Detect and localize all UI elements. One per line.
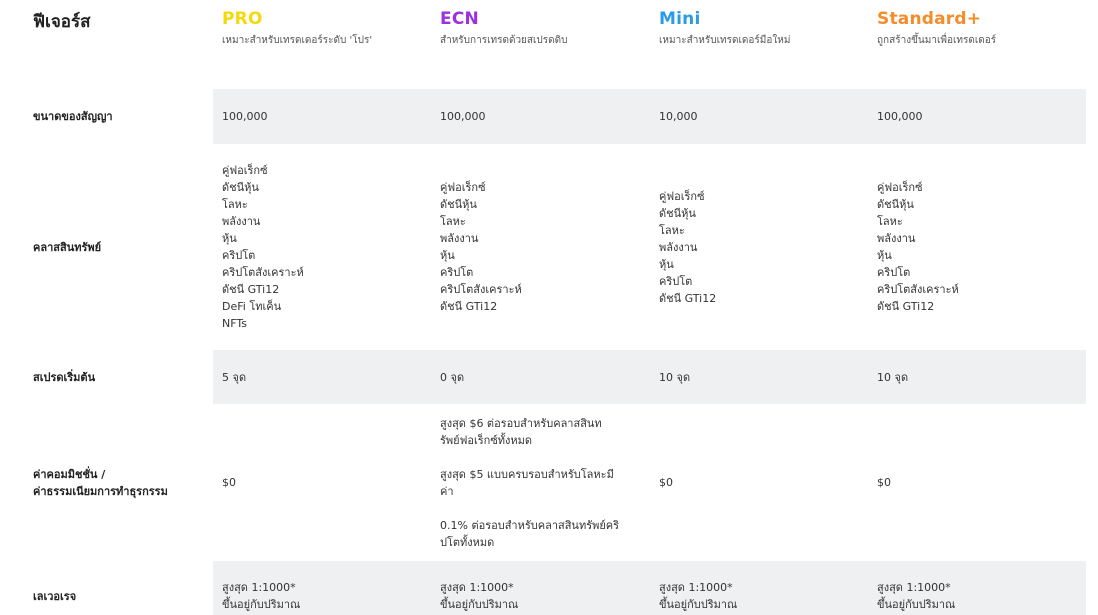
spread-mini: 10 จุด [650, 350, 868, 404]
spread-ecn: 0 จุด [431, 350, 650, 404]
list-item: คู่ฟอเร็กซ์ [440, 181, 486, 194]
plan-desc-ecn: สำหรับการเทรดด้วยสเปรดดิบ [440, 35, 568, 46]
assets-ecn: คู่ฟอเร็กซ์ ดัชนีหุ้น โลหะ พลังงาน หุ้น … [431, 144, 650, 350]
list-item: คริปโต [659, 274, 693, 288]
comparison-table: ฟีเจอร์ส PRO เหมาะสำหรับเทรดเดอร์ระดับ '… [0, 0, 1098, 615]
features-title: ฟีเจอร์ส [33, 12, 91, 32]
plan-desc-standard: ถูกสร้างขึ้นมาเพื่อเทรดเดอร์ [877, 35, 997, 46]
leverage-standard: สูงสุด 1:1000* ขึ้นอยู่กับปริมาณ [868, 561, 1086, 615]
list-item: คู่ฟอเร็กซ์ [659, 189, 705, 203]
leverage-max: สูงสุด 1:1000* [659, 581, 733, 594]
list-item: หุ้น [222, 232, 237, 245]
commission-ecn-crypto: 0.1% ต่อรอบสำหรับคลาสสินทรัพย์คริปโตทั้ง… [440, 518, 620, 549]
contract-pro: 100,000 [213, 89, 431, 144]
list-item: ดัชนีหุ้น [877, 198, 914, 211]
list-item: ดัชนี GTi12 [659, 291, 717, 305]
list-item: คริปโตสังเคราะห์ [877, 283, 959, 296]
list-item: ดัชนีหุ้น [222, 181, 259, 194]
plan-header-ecn: ECN สำหรับการเทรดด้วยสเปรดดิบ [431, 0, 650, 89]
list-item: โลหะ [222, 198, 248, 211]
row-label-assets: คลาสสินทรัพย์ [33, 240, 102, 254]
list-item: หุ้น [877, 249, 892, 262]
commission-ecn-forex: สูงสุด $6 ต่อรอบสำหรับคลาสสินทรัพย์ฟอเร็… [440, 416, 602, 447]
list-item: ดัชนี GTi12 [440, 300, 498, 313]
list-item: หุ้น [659, 257, 674, 271]
list-item: คริปโต [222, 249, 256, 262]
assets-pro: คู่ฟอเร็กซ์ ดัชนีหุ้น โลหะ พลังงาน หุ้น … [213, 144, 431, 350]
list-item: NFTs [222, 317, 247, 330]
leverage-pro: สูงสุด 1:1000* ขึ้นอยู่กับปริมาณ [213, 561, 431, 615]
commission-ecn-metals: สูงสุด $5 แบบครบรอบสำหรับโลหะมีค่า [440, 467, 614, 498]
leverage-note: ขึ้นอยู่กับปริมาณ [659, 598, 738, 611]
list-item: ดัชนีหุ้น [440, 198, 477, 211]
leverage-note: ขึ้นอยู่กับปริมาณ [222, 598, 301, 611]
plan-name-pro: PRO [222, 9, 263, 29]
row-label-spread: สเปรดเริ่มต้น [33, 370, 96, 384]
assets-mini: คู่ฟอเร็กซ์ ดัชนีหุ้น โลหะ พลังงาน หุ้น … [650, 144, 868, 350]
list-item: พลังงาน [659, 240, 698, 254]
plan-desc-pro: เหมาะสำหรับเทรดเดอร์ระดับ 'โปร' [222, 35, 373, 46]
leverage-max: สูงสุด 1:1000* [877, 581, 951, 594]
spread-standard: 10 จุด [868, 350, 1086, 404]
plan-desc-mini: เหมาะสำหรับเทรดเดอร์มือใหม่ [659, 35, 791, 46]
list-item: โลหะ [877, 215, 903, 228]
list-item: โลหะ [440, 215, 466, 228]
assets-standard: คู่ฟอเร็กซ์ ดัชนีหุ้น โลหะ พลังงาน หุ้น … [868, 144, 1086, 350]
list-item: คริปโตสังเคราะห์ [440, 283, 522, 296]
commission-mini: $0 [659, 476, 673, 489]
list-item: พลังงาน [877, 232, 916, 245]
list-item: คริปโตสังเคราะห์ [222, 266, 304, 279]
list-item: คู่ฟอเร็กซ์ [222, 164, 268, 177]
commission-standard: $0 [877, 476, 891, 489]
commission-ecn: สูงสุด $6 ต่อรอบสำหรับคลาสสินทรัพย์ฟอเร็… [431, 404, 650, 561]
list-item: คู่ฟอเร็กซ์ [877, 181, 923, 194]
leverage-note: ขึ้นอยู่กับปริมาณ [877, 598, 956, 611]
list-item: คริปโต [440, 266, 474, 279]
plan-header-pro: PRO เหมาะสำหรับเทรดเดอร์ระดับ 'โปร' [213, 0, 431, 89]
list-item: ดัชนี GTi12 [877, 300, 935, 313]
commission-pro: $0 [222, 476, 236, 489]
list-item: คริปโต [877, 266, 911, 279]
commission-label-line2: ค่าธรรมเนียมการทำธุรกรรม [33, 484, 168, 498]
plan-name-mini: Mini [659, 9, 701, 29]
leverage-max: สูงสุด 1:1000* [222, 581, 296, 594]
list-item: ดัชนีหุ้น [659, 206, 696, 220]
list-item: หุ้น [440, 249, 455, 262]
spread-pro: 5 จุด [213, 350, 431, 404]
leverage-mini: สูงสุด 1:1000* ขึ้นอยู่กับปริมาณ [650, 561, 868, 615]
plan-name-standard: Standard+ [877, 9, 982, 29]
plan-header-standard: Standard+ ถูกสร้างขึ้นมาเพื่อเทรดเดอร์ [868, 0, 1086, 89]
leverage-ecn: สูงสุด 1:1000* ขึ้นอยู่กับปริมาณ [431, 561, 650, 615]
commission-label-line1: ค่าคอมมิชชั่น / [33, 467, 106, 481]
list-item: DeFi โทเค็น [222, 300, 282, 313]
list-item: โลหะ [659, 223, 685, 237]
row-label-leverage: เลเวอเรจ [33, 590, 77, 603]
row-label-commission: ค่าคอมมิชชั่น / ค่าธรรมเนียมการทำธุรกรรม [0, 404, 213, 561]
contract-ecn: 100,000 [431, 89, 650, 144]
list-item: พลังงาน [440, 232, 479, 245]
contract-standard: 100,000 [868, 89, 1086, 144]
leverage-max: สูงสุด 1:1000* [440, 581, 514, 594]
plan-name-ecn: ECN [440, 9, 479, 29]
contract-mini: 10,000 [650, 89, 868, 144]
list-item: ดัชนี GTi12 [222, 283, 280, 296]
list-item: พลังงาน [222, 215, 261, 228]
row-label-contract: ขนาดของสัญญา [33, 110, 113, 123]
plan-header-mini: Mini เหมาะสำหรับเทรดเดอร์มือใหม่ [650, 0, 868, 89]
leverage-note: ขึ้นอยู่กับปริมาณ [440, 598, 519, 611]
